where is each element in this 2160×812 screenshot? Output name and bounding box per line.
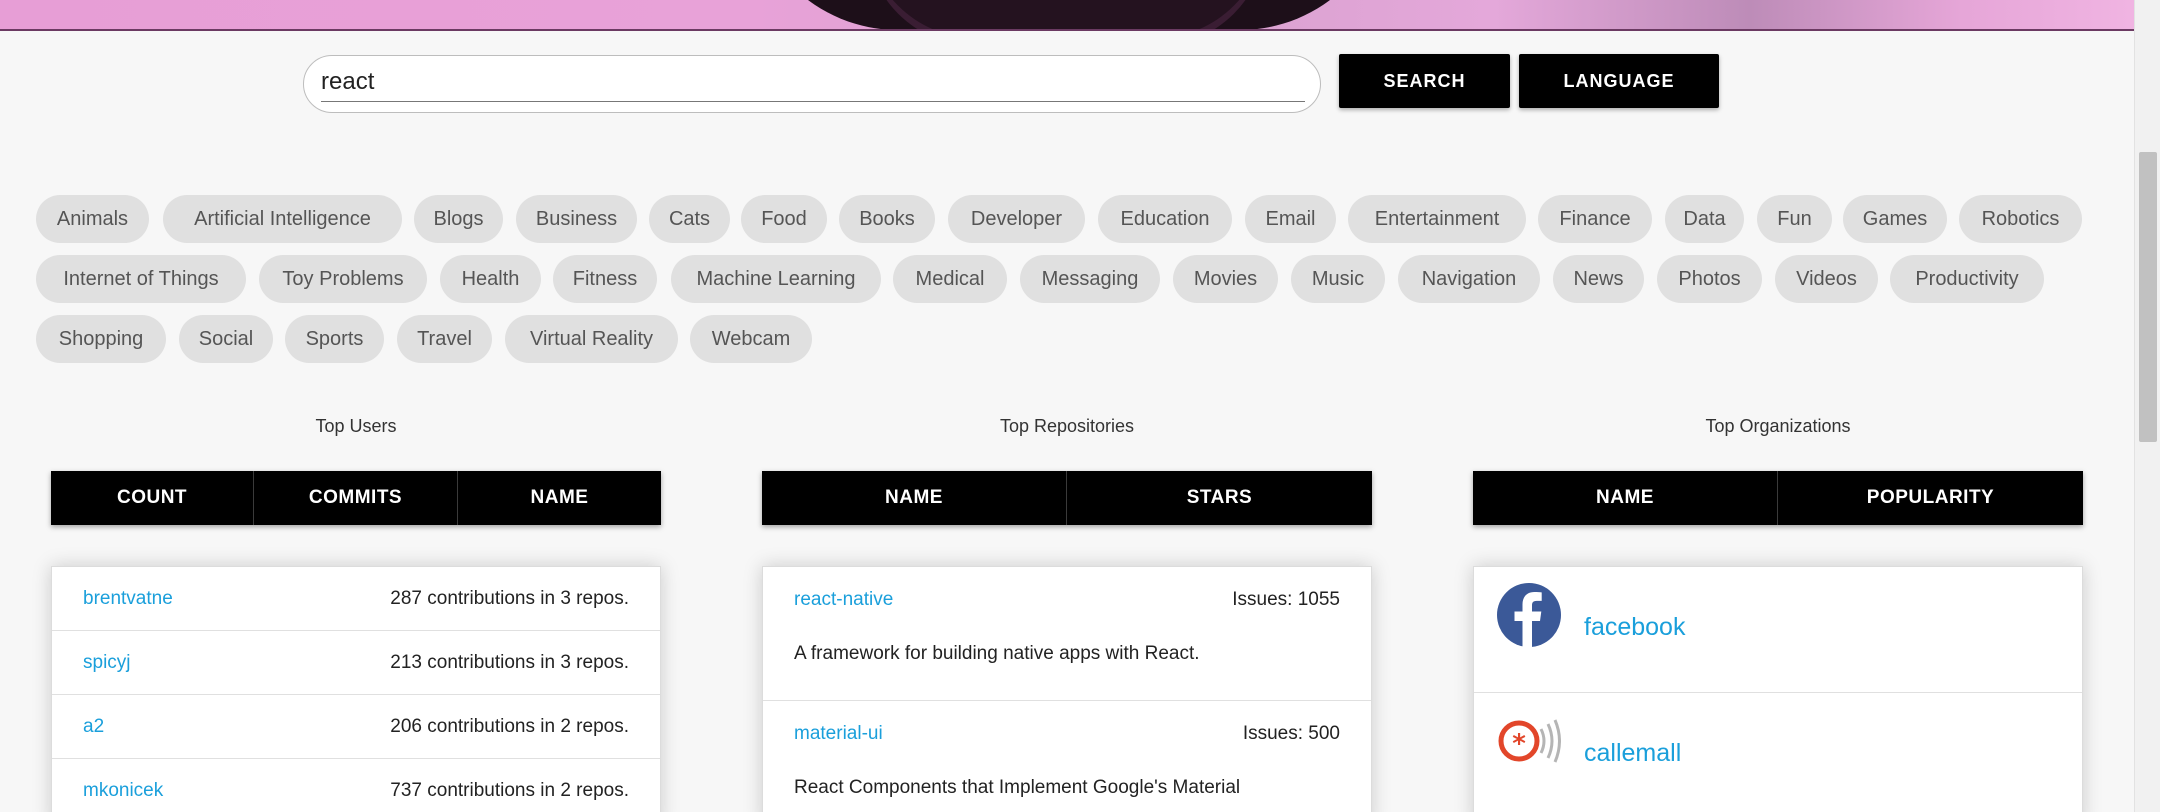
topic-chip-photos[interactable]: Photos xyxy=(1657,255,1762,303)
topic-chip-artificial-intelligence[interactable]: Artificial Intelligence xyxy=(163,195,402,243)
topic-chip-messaging[interactable]: Messaging xyxy=(1020,255,1160,303)
contribution-summary: 737 contributions in 2 repos. xyxy=(390,779,629,801)
facebook-logo-icon[interactable] xyxy=(1497,583,1561,647)
column-count[interactable]: COUNT xyxy=(51,471,254,525)
topic-chip-finance[interactable]: Finance xyxy=(1538,195,1652,243)
top-organizations-header: NAME POPULARITY xyxy=(1473,471,2083,525)
list-item: react-native Issues: 1055 A framework fo… xyxy=(763,567,1371,701)
topic-chip-shopping[interactable]: Shopping xyxy=(36,315,166,363)
column-stars[interactable]: STARS xyxy=(1067,471,1372,525)
repository-description: React Components that Implement Google's… xyxy=(794,777,1241,798)
top-organizations-title: Top Organizations xyxy=(1705,416,1851,436)
topic-chip-productivity[interactable]: Productivity xyxy=(1890,255,2044,303)
user-link[interactable]: brentvatne xyxy=(83,588,173,610)
column-name[interactable]: NAME xyxy=(458,471,661,525)
repository-link[interactable]: react-native xyxy=(794,589,893,611)
topic-chip-virtual-reality[interactable]: Virtual Reality xyxy=(505,315,678,363)
topic-chip-videos[interactable]: Videos xyxy=(1775,255,1878,303)
topic-chip-travel[interactable]: Travel xyxy=(397,315,492,363)
repository-description: A framework for building native apps wit… xyxy=(794,643,1200,664)
language-button[interactable]: LANGUAGE xyxy=(1519,54,1719,108)
topic-chip-movies[interactable]: Movies xyxy=(1173,255,1278,303)
topic-chip-robotics[interactable]: Robotics xyxy=(1959,195,2082,243)
list-item: material-ui Issues: 500 React Components… xyxy=(763,701,1371,812)
contribution-summary: 213 contributions in 3 repos. xyxy=(390,651,629,673)
column-commits[interactable]: COMMITS xyxy=(254,471,458,525)
search-input[interactable] xyxy=(321,62,1305,102)
scrollbar-thumb[interactable] xyxy=(2139,152,2157,442)
topic-chip-games[interactable]: Games xyxy=(1843,195,1947,243)
top-repositories-header: NAME STARS xyxy=(762,471,1372,525)
topic-chip-health[interactable]: Health xyxy=(440,255,541,303)
topic-chip-medical[interactable]: Medical xyxy=(893,255,1007,303)
topic-chip-business[interactable]: Business xyxy=(516,195,637,243)
contribution-summary: 287 contributions in 3 repos. xyxy=(390,587,629,609)
topic-chip-animals[interactable]: Animals xyxy=(36,195,149,243)
list-item: * callemall xyxy=(1474,693,2082,812)
topic-chip-blogs[interactable]: Blogs xyxy=(414,195,503,243)
search-button[interactable]: SEARCH xyxy=(1339,54,1510,108)
page-scrollbar[interactable] xyxy=(2134,0,2160,812)
topic-chip-navigation[interactable]: Navigation xyxy=(1398,255,1540,303)
topic-chip-toy-problems[interactable]: Toy Problems xyxy=(259,255,427,303)
user-link[interactable]: spicyj xyxy=(83,652,131,674)
svg-text:*: * xyxy=(1512,729,1526,759)
top-repositories-list: react-native Issues: 1055 A framework fo… xyxy=(762,566,1372,812)
top-users-list: brentvatne 287 contributions in 3 repos.… xyxy=(51,566,661,812)
list-item: spicyj 213 contributions in 3 repos. xyxy=(52,631,660,695)
top-users-title: Top Users xyxy=(315,416,397,436)
topic-chip-books[interactable]: Books xyxy=(839,195,935,243)
organization-link[interactable]: facebook xyxy=(1584,613,1685,642)
topic-chip-food[interactable]: Food xyxy=(741,195,827,243)
header-banner xyxy=(0,0,2134,31)
top-repositories-title: Top Repositories xyxy=(999,416,1135,436)
topic-chip-internet-of-things[interactable]: Internet of Things xyxy=(36,255,246,303)
topic-chip-email[interactable]: Email xyxy=(1245,195,1336,243)
topic-chip-social[interactable]: Social xyxy=(179,315,273,363)
top-organizations-list: facebook * callemall xyxy=(1473,566,2083,812)
column-name[interactable]: NAME xyxy=(1473,471,1778,525)
topic-chip-fitness[interactable]: Fitness xyxy=(553,255,657,303)
topic-chip-machine-learning[interactable]: Machine Learning xyxy=(671,255,881,303)
contribution-summary: 206 contributions in 2 repos. xyxy=(390,715,629,737)
user-link[interactable]: a2 xyxy=(83,716,104,738)
list-item: brentvatne 287 contributions in 3 repos. xyxy=(52,567,660,631)
callemall-logo-icon[interactable]: * xyxy=(1497,709,1561,773)
issue-count: Issues: 500 xyxy=(1242,723,1340,744)
user-link[interactable]: mkonicek xyxy=(83,780,163,802)
topic-chip-data[interactable]: Data xyxy=(1665,195,1744,243)
topic-chip-education[interactable]: Education xyxy=(1098,195,1232,243)
topic-chip-news[interactable]: News xyxy=(1553,255,1644,303)
topic-chip-sports[interactable]: Sports xyxy=(285,315,384,363)
list-item: mkonicek 737 contributions in 2 repos. xyxy=(52,759,660,812)
top-users-header: COUNT COMMITS NAME xyxy=(51,471,661,525)
topic-chip-fun[interactable]: Fun xyxy=(1757,195,1832,243)
topic-chip-music[interactable]: Music xyxy=(1291,255,1385,303)
issue-count: Issues: 1055 xyxy=(1232,589,1340,610)
organization-link[interactable]: callemall xyxy=(1584,739,1681,768)
topic-chip-developer[interactable]: Developer xyxy=(948,195,1085,243)
topic-chip-webcam[interactable]: Webcam xyxy=(690,315,812,363)
search-box xyxy=(303,55,1321,113)
list-item: facebook xyxy=(1474,567,2082,693)
column-popularity[interactable]: POPULARITY xyxy=(1778,471,2083,525)
column-name[interactable]: NAME xyxy=(762,471,1067,525)
topic-chip-entertainment[interactable]: Entertainment xyxy=(1348,195,1526,243)
list-item: a2 206 contributions in 2 repos. xyxy=(52,695,660,759)
banner-emblem-image xyxy=(748,0,1390,29)
repository-link[interactable]: material-ui xyxy=(794,723,883,745)
topic-chip-cats[interactable]: Cats xyxy=(649,195,730,243)
